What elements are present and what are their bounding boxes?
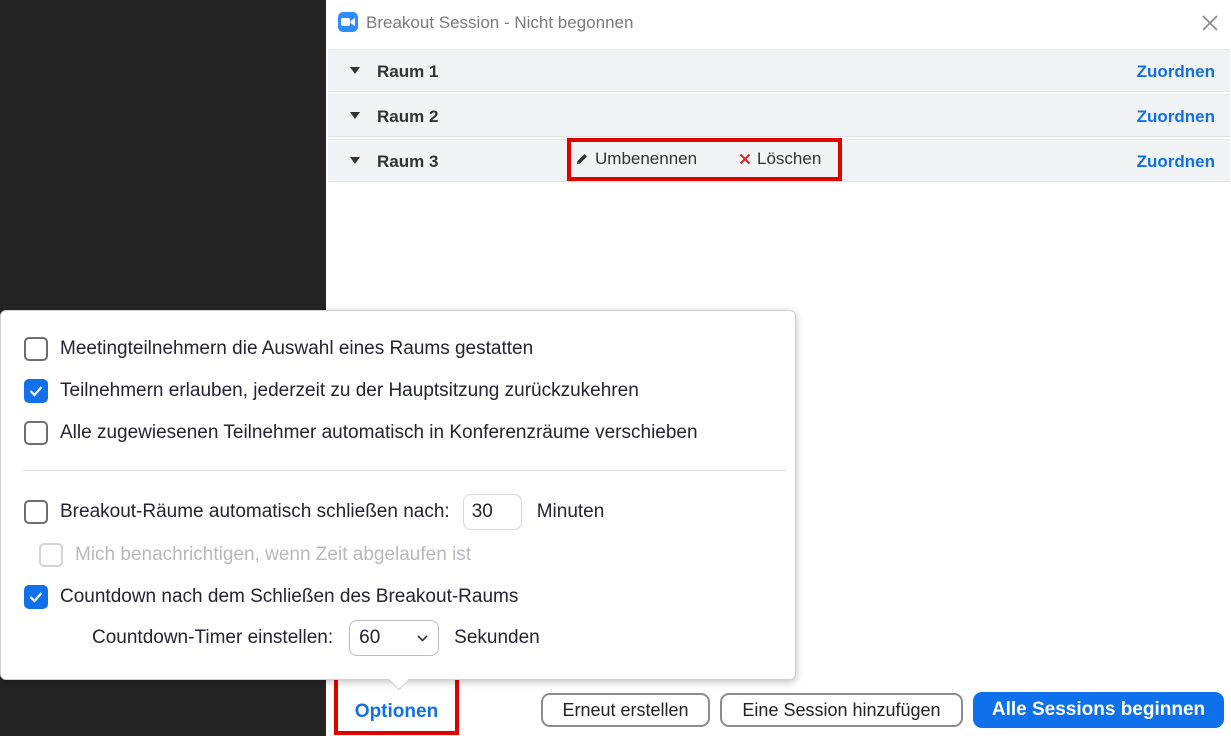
divider bbox=[23, 470, 786, 471]
add-session-button[interactable]: Eine Session hinzufügen bbox=[720, 693, 963, 727]
option-label: Teilnehmern erlauben, jederzeit zu der H… bbox=[60, 380, 639, 401]
window-title: Breakout Session - Nicht begonnen bbox=[366, 13, 634, 32]
option-label: Countdown nach dem Schließen des Breakou… bbox=[60, 586, 519, 607]
start-all-sessions-button[interactable]: Alle Sessions beginnen bbox=[973, 692, 1224, 728]
room-actions-highlight: Umbenennen Löschen bbox=[567, 138, 842, 181]
checkbox[interactable] bbox=[24, 421, 48, 445]
pencil-icon bbox=[575, 152, 589, 166]
add-session-label: Eine Session hinzufügen bbox=[742, 699, 941, 720]
rename-button[interactable]: Umbenennen bbox=[575, 149, 697, 169]
popup-pointer bbox=[388, 679, 408, 691]
assign-link[interactable]: Zuordnen bbox=[1137, 62, 1215, 82]
room-row-3[interactable]: Raum 3 Umbenennen Löschen Zuordnen bbox=[328, 138, 1230, 182]
option-label: Mich benachrichtigen, wenn Zeit abgelauf… bbox=[75, 544, 472, 565]
delete-button[interactable]: Löschen bbox=[739, 149, 821, 169]
options-label: Optionen bbox=[354, 701, 439, 722]
seconds-unit: Sekunden bbox=[454, 627, 540, 648]
checkbox-disabled bbox=[39, 543, 63, 567]
countdown-timer-select[interactable]: 60 bbox=[349, 620, 440, 656]
room-row-1[interactable]: Raum 1 Zuordnen bbox=[328, 49, 1230, 92]
checkbox-checked[interactable] bbox=[24, 379, 48, 403]
option-label: Breakout-Räume automatisch schließen nac… bbox=[60, 501, 450, 522]
caret-down-icon[interactable] bbox=[350, 112, 360, 119]
option-auto-close[interactable]: Breakout-Räume automatisch schließen nac… bbox=[24, 494, 604, 530]
recreate-button[interactable]: Erneut erstellen bbox=[541, 693, 710, 727]
minutes-unit: Minuten bbox=[536, 501, 605, 522]
checkmark-icon bbox=[29, 592, 43, 603]
checkmark-icon bbox=[29, 386, 43, 397]
option-allow-return[interactable]: Teilnehmern erlauben, jederzeit zu der H… bbox=[24, 379, 639, 403]
delete-x-icon bbox=[739, 153, 751, 165]
option-allow-choose-room[interactable]: Meetingteilnehmern die Auswahl eines Rau… bbox=[24, 337, 533, 361]
rename-label: Umbenennen bbox=[595, 149, 698, 168]
room-name: Raum 2 bbox=[377, 107, 439, 126]
checkbox[interactable] bbox=[24, 337, 48, 361]
caret-down-icon[interactable] bbox=[350, 67, 360, 74]
option-label: Meetingteilnehmern die Auswahl eines Rau… bbox=[60, 338, 534, 359]
option-label: Alle zugewiesenen Teilnehmer automatisch… bbox=[60, 422, 698, 443]
select-value: 60 bbox=[359, 627, 381, 648]
option-countdown[interactable]: Countdown nach dem Schließen des Breakou… bbox=[24, 585, 518, 609]
option-auto-move[interactable]: Alle zugewiesenen Teilnehmer automatisch… bbox=[24, 421, 698, 445]
checkbox-checked[interactable] bbox=[24, 585, 48, 609]
countdown-timer-setting: Countdown-Timer einstellen: 60 Sekunden bbox=[92, 620, 540, 656]
start-all-label: Alle Sessions beginnen bbox=[991, 699, 1206, 720]
auto-close-minutes-input[interactable]: 30 bbox=[462, 494, 522, 530]
options-popup: Meetingteilnehmern die Auswahl eines Rau… bbox=[0, 310, 796, 680]
chevron-down-icon bbox=[417, 634, 428, 642]
assign-link[interactable]: Zuordnen bbox=[1137, 152, 1215, 172]
close-icon[interactable] bbox=[1199, 12, 1221, 34]
caret-down-icon[interactable] bbox=[350, 157, 360, 164]
recreate-label: Erneut erstellen bbox=[562, 699, 689, 720]
zoom-app-icon bbox=[338, 12, 358, 32]
countdown-timer-label: Countdown-Timer einstellen: bbox=[92, 627, 334, 648]
assign-link[interactable]: Zuordnen bbox=[1137, 107, 1215, 127]
room-name: Raum 1 bbox=[377, 62, 439, 81]
checkbox[interactable] bbox=[24, 500, 48, 524]
room-name: Raum 3 bbox=[377, 152, 439, 171]
room-row-2[interactable]: Raum 2 Zuordnen bbox=[328, 94, 1230, 137]
option-notify: Mich benachrichtigen, wenn Zeit abgelauf… bbox=[39, 543, 471, 567]
title-bar: Breakout Session - Nicht begonnen bbox=[326, 0, 1231, 48]
delete-label: Löschen bbox=[757, 149, 822, 168]
